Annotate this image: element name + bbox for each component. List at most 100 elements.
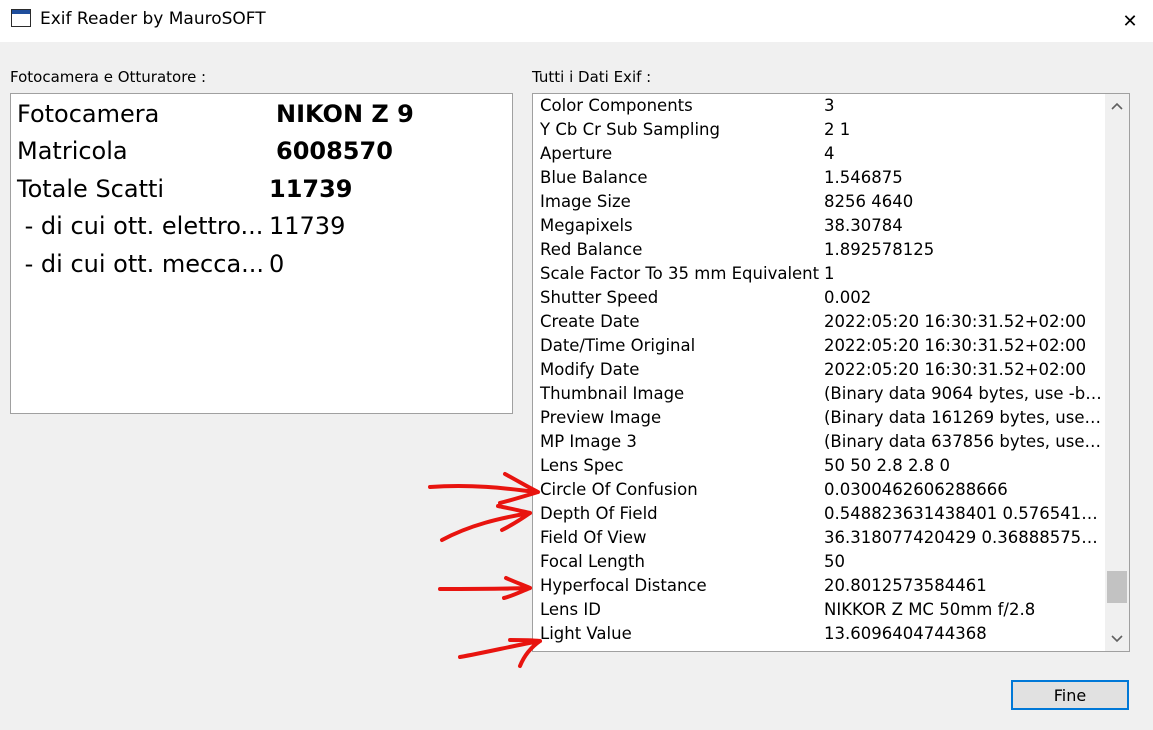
exif-key: Scale Factor To 35 mm Equivalent: [540, 264, 820, 283]
exif-value: 2022:05:20 16:30:31.52+02:00: [824, 360, 1087, 379]
scroll-up-button[interactable]: [1105, 94, 1129, 118]
close-button[interactable]: ✕: [1107, 0, 1153, 42]
table-row[interactable]: Light Value 13.6096404744368: [533, 622, 1103, 646]
camera-row: Fotocamera NIKON Z 9: [11, 100, 511, 136]
exif-key: Blue Balance: [540, 168, 648, 187]
table-row[interactable]: Preview Image (Binary data 161269 bytes, …: [533, 406, 1103, 430]
camera-row-value: 6008570: [276, 137, 393, 165]
app-window-icon: [11, 9, 31, 27]
exif-key: Depth Of Field: [540, 504, 658, 523]
camera-row: Totale Scatti 11739: [11, 175, 511, 211]
red-arrow-icon: [458, 638, 542, 668]
window-title: Exif Reader by MauroSOFT: [40, 9, 266, 29]
table-row[interactable]: Lens ID NIKKOR Z MC 50mm f/2.8: [533, 598, 1103, 622]
exif-key: Y Cb Cr Sub Sampling: [540, 120, 720, 139]
exif-list-panel[interactable]: Color Components 3 Y Cb Cr Sub Sampling 2 1…: [532, 93, 1130, 652]
table-row[interactable]: Modify Date 2022:05:20 16:30:31.52+02:00: [533, 358, 1103, 382]
exif-key: Modify Date: [540, 360, 640, 379]
table-row[interactable]: Y Cb Cr Sub Sampling 2 1: [533, 118, 1103, 142]
exif-group-label: Tutti i Dati Exif :: [532, 68, 652, 86]
table-row[interactable]: Create Date 2022:05:20 16:30:31.52+02:00: [533, 310, 1103, 334]
exif-key: Date/Time Original: [540, 336, 696, 355]
exif-value: 8256 4640: [824, 192, 914, 211]
table-row[interactable]: Scale Factor To 35 mm Equivalent 1: [533, 262, 1103, 286]
camera-row-label: Matricola: [17, 137, 128, 165]
chevron-up-icon: [1111, 102, 1123, 110]
exif-value: NIKKOR Z MC 50mm f/2.8: [824, 600, 1036, 619]
red-arrow-icon: [428, 472, 540, 505]
exif-value: 1.546875: [824, 168, 903, 187]
table-row[interactable]: Focal Length 50: [533, 550, 1103, 574]
exif-value: 1: [824, 264, 835, 283]
exif-key: Focal Length: [540, 552, 645, 571]
camera-row: Matricola 6008570: [11, 137, 511, 173]
exif-value: 38.30784: [824, 216, 903, 235]
exif-value: 0.002: [824, 288, 872, 307]
exif-value: (Binary data 637856 bytes, use -b...: [824, 432, 1102, 451]
table-row[interactable]: Blue Balance 1.546875: [533, 166, 1103, 190]
exif-value: 13.6096404744368: [824, 624, 987, 643]
exif-key: Create Date: [540, 312, 640, 331]
table-row[interactable]: Field Of View 36.318077420429 0.368885754…: [533, 526, 1103, 550]
exif-key: Image Size: [540, 192, 631, 211]
exif-key: Megapixels: [540, 216, 633, 235]
camera-row-label: - di cui ott. mecca...: [17, 250, 265, 278]
exif-value: 2022:05:20 16:30:31.52+02:00: [824, 312, 1087, 331]
camera-row: - di cui ott. mecca... 0: [11, 250, 511, 286]
table-row[interactable]: Circle Of Confusion 0.0300462606288666: [533, 478, 1103, 502]
exif-value: 4: [824, 144, 835, 163]
title-bar: Exif Reader by MauroSOFT ✕: [0, 0, 1153, 42]
table-row[interactable]: Depth Of Field 0.548823631438401 0.576541…: [533, 502, 1103, 526]
exif-value: 36.318077420429 0.3688857541...: [824, 528, 1102, 547]
scroll-down-button[interactable]: [1105, 627, 1129, 651]
close-icon: ✕: [1122, 10, 1138, 32]
camera-row-value: 0: [269, 250, 285, 278]
scrollbar-thumb[interactable]: [1107, 571, 1127, 604]
exif-value: 50: [824, 552, 845, 571]
exif-key: Circle Of Confusion: [540, 480, 698, 499]
table-row[interactable]: Date/Time Original 2022:05:20 16:30:31.52…: [533, 334, 1103, 358]
camera-row-value: 11739: [269, 175, 353, 203]
table-row[interactable]: Thumbnail Image (Binary data 9064 bytes, …: [533, 382, 1103, 406]
camera-info-panel: Fotocamera NIKON Z 9 Matricola 6008570 T…: [10, 93, 513, 414]
exif-key: MP Image 3: [540, 432, 637, 451]
exif-value: 3: [824, 96, 835, 115]
vertical-scrollbar[interactable]: [1105, 94, 1129, 651]
exif-key: Shutter Speed: [540, 288, 659, 307]
camera-row-label: Fotocamera: [17, 100, 160, 128]
fine-button[interactable]: Fine: [1011, 680, 1129, 710]
exif-value: 2 1: [824, 120, 851, 139]
table-row[interactable]: Megapixels 38.30784: [533, 214, 1103, 238]
exif-value: 20.8012573584461: [824, 576, 987, 595]
camera-row-value: NIKON Z 9: [276, 100, 414, 128]
camera-row-label: - di cui ott. elettro...: [17, 212, 264, 240]
red-arrow-icon: [438, 576, 532, 600]
table-row[interactable]: Color Components 3: [533, 94, 1103, 118]
exif-key: Aperture: [540, 144, 613, 163]
camera-row-value: 11739: [269, 212, 346, 240]
exif-value: (Binary data 9064 bytes, use -b o...: [824, 384, 1102, 403]
table-row[interactable]: Red Balance 1.892578125: [533, 238, 1103, 262]
exif-key: Thumbnail Image: [540, 384, 685, 403]
exif-key: Lens ID: [540, 600, 601, 619]
table-row[interactable]: MP Image 3 (Binary data 637856 bytes, use…: [533, 430, 1103, 454]
exif-key: Field Of View: [540, 528, 647, 547]
exif-key: Hyperfocal Distance: [540, 576, 707, 595]
chevron-down-icon: [1111, 635, 1123, 643]
table-row[interactable]: Hyperfocal Distance 20.8012573584461: [533, 574, 1103, 598]
camera-row: - di cui ott. elettro... 11739: [11, 212, 511, 248]
camera-row-label: Totale Scatti: [17, 175, 165, 203]
exif-value: 2022:05:20 16:30:31.52+02:00: [824, 336, 1087, 355]
red-arrow-icon: [440, 504, 532, 542]
exif-key: Lens Spec: [540, 456, 624, 475]
camera-group-label: Fotocamera e Otturatore :: [10, 68, 207, 86]
table-row[interactable]: Image Size 8256 4640: [533, 190, 1103, 214]
table-row[interactable]: Aperture 4: [533, 142, 1103, 166]
table-row[interactable]: Lens Spec 50 50 2.8 2.8 0: [533, 454, 1103, 478]
exif-value: 50 50 2.8 2.8 0: [824, 456, 950, 475]
exif-key: Color Components: [540, 96, 693, 115]
table-row[interactable]: Shutter Speed 0.002: [533, 286, 1103, 310]
exif-value: 0.0300462606288666: [824, 480, 1008, 499]
exif-value: (Binary data 161269 bytes, use -b...: [824, 408, 1102, 427]
exif-key: Preview Image: [540, 408, 662, 427]
